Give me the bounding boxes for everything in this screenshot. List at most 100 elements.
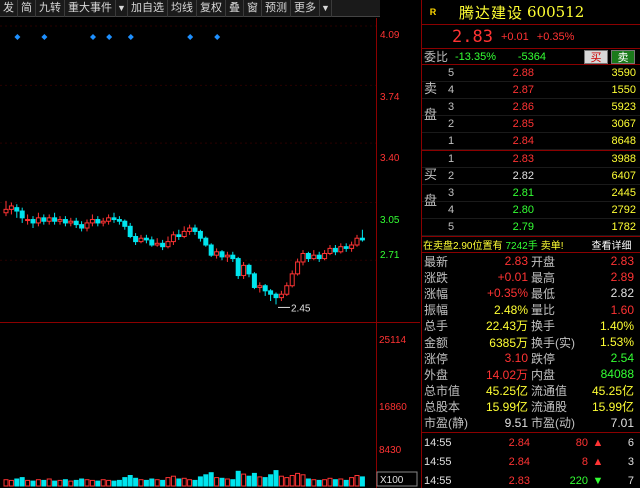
- volume-bar: [116, 479, 122, 487]
- stat-row: 最新 2.83 开盘 2.83: [422, 253, 640, 269]
- volume-bar: [192, 479, 198, 487]
- trade-volume: 8: [581, 455, 588, 468]
- volume-axis-label: 16860: [379, 402, 407, 413]
- volume-bar: [257, 476, 263, 487]
- sell-row[interactable]: 2 2.85 3067: [422, 116, 640, 133]
- stat-value: 3.10: [504, 351, 528, 366]
- sell-row[interactable]: 1 2.84 8648: [422, 133, 640, 150]
- volume-bar: [214, 477, 220, 487]
- volume-bar: [219, 477, 225, 487]
- stat-row: 涨跌 +0.01 最高 2.89: [422, 269, 640, 285]
- toolbar-fa-button[interactable]: 发: [0, 0, 18, 17]
- candle-body: [278, 293, 284, 299]
- quote-panel: R 腾达建设 600512 2.83 +0.01 +0.35% 委比 -13.3…: [421, 0, 640, 488]
- sell-volume: 8648: [611, 135, 636, 147]
- candle-body: [343, 246, 349, 249]
- stat-key: 最低: [531, 286, 556, 301]
- trade-row: 14:55 2.84 8 ▲ 3: [422, 452, 640, 471]
- volume-bar: [160, 479, 166, 487]
- sell-button[interactable]: 卖: [611, 49, 635, 64]
- candle-body: [311, 254, 317, 260]
- volume-bar: [138, 479, 144, 487]
- stat-key: 振幅: [424, 303, 449, 318]
- candle-body: [46, 217, 52, 222]
- volume-bar: [343, 479, 349, 487]
- toolbar-ma-button[interactable]: 均线: [168, 0, 197, 17]
- candle-body: [149, 239, 155, 246]
- toolbar-major-events-button[interactable]: 重大事件: [65, 0, 116, 17]
- candle-body: [68, 220, 74, 224]
- sell-price: 2.85: [512, 118, 534, 130]
- sell-side-label: 卖: [424, 81, 438, 96]
- stat-key: 最高: [531, 270, 556, 285]
- price-axis-label: 4.09: [380, 30, 400, 41]
- trade-time: 14:55: [424, 436, 452, 449]
- sell-price: 2.87: [512, 84, 534, 96]
- buy-row[interactable]: 3 2.81 2445: [422, 185, 640, 202]
- price-change-pct: +0.35%: [536, 30, 575, 43]
- candle-body: [79, 224, 85, 229]
- stat-value: 2.83: [504, 254, 528, 269]
- weibi-label: 委比: [424, 50, 449, 64]
- candle-body: [95, 219, 101, 224]
- candle-body: [322, 252, 328, 260]
- kline-chart[interactable]: 4.09 3.74 3.40 3.05 2.71 25114 16860 843…: [0, 18, 420, 488]
- buy-row[interactable]: 1 2.83 3988: [422, 151, 640, 168]
- trade-price: 2.84: [508, 436, 530, 449]
- buy-row[interactable]: 4 2.80 2792: [422, 202, 640, 219]
- buy-row[interactable]: 2 2.82 6407: [422, 168, 640, 185]
- candle-body: [219, 251, 225, 258]
- more-arrow-icon[interactable]: ▼: [320, 0, 332, 17]
- trade-time: 14:55: [424, 455, 452, 468]
- price-change: +0.01: [500, 30, 529, 43]
- stat-value: 14.02万: [485, 367, 528, 382]
- volume-bar: [305, 478, 311, 487]
- candle-body: [327, 247, 333, 254]
- volume-bar: [46, 478, 52, 487]
- trade-volume: 220: [569, 474, 588, 487]
- candle-body: [332, 247, 338, 253]
- volume-bar: [241, 473, 247, 487]
- candle-body: [251, 273, 257, 288]
- volume-bar: [311, 479, 317, 487]
- big-order-alert[interactable]: 在卖盘2.90位置有 7242手 卖单! 查看详细: [422, 237, 640, 253]
- buy-volume: 3988: [611, 153, 636, 165]
- toolbar-jian-button[interactable]: 简: [18, 0, 36, 17]
- candle-body: [338, 246, 344, 253]
- toolbar-adjust-button[interactable]: 复权: [197, 0, 226, 17]
- view-detail-link[interactable]: 查看详细: [592, 237, 632, 252]
- candle-body: [181, 230, 187, 238]
- volume-bar: [170, 475, 176, 487]
- stat-value: 2.82: [610, 286, 634, 301]
- volume-bar: [127, 475, 133, 487]
- volume-bar: [100, 479, 106, 487]
- toolbar-overlay-button[interactable]: 叠: [226, 0, 244, 17]
- sell-row[interactable]: 4 2.87 1550: [422, 82, 640, 99]
- sell-price: 2.88: [512, 67, 534, 79]
- volume-bar: [327, 477, 333, 487]
- candle-body: [35, 217, 41, 224]
- arrow-down-icon: ▼: [592, 474, 604, 487]
- volume-axis-label: 8430: [379, 445, 402, 456]
- stat-value: +0.01: [497, 270, 528, 285]
- candle-body: [143, 237, 149, 241]
- buy-row[interactable]: 5 2.79 1782: [422, 219, 640, 236]
- candle-body: [19, 210, 25, 219]
- dropdown-arrow-icon[interactable]: ▼: [116, 0, 128, 17]
- stat-key: 涨幅: [424, 286, 449, 301]
- toolbar-forecast-button[interactable]: 预测: [262, 0, 291, 17]
- toolbar-window-button[interactable]: 窗: [244, 0, 262, 17]
- volume-bar: [84, 479, 90, 487]
- toolbar-more-button[interactable]: 更多: [291, 0, 320, 17]
- candle-body: [106, 217, 112, 222]
- toolbar-jiuzhuan-button[interactable]: 九转: [36, 0, 65, 17]
- sell-row[interactable]: 3 2.86 5923: [422, 99, 640, 116]
- trade-price: 2.83: [508, 474, 530, 487]
- sell-row[interactable]: 5 2.88 3590: [422, 65, 640, 82]
- volume-unit-label: X100: [380, 475, 404, 486]
- volume-bar: [89, 479, 95, 487]
- buy-button[interactable]: 买: [584, 49, 608, 64]
- sell-level: 1: [448, 135, 455, 147]
- toolbar-add-watchlist-button[interactable]: 加自选: [128, 0, 168, 17]
- kline-svg[interactable]: 4.09 3.74 3.40 3.05 2.71 25114 16860 843…: [0, 18, 420, 488]
